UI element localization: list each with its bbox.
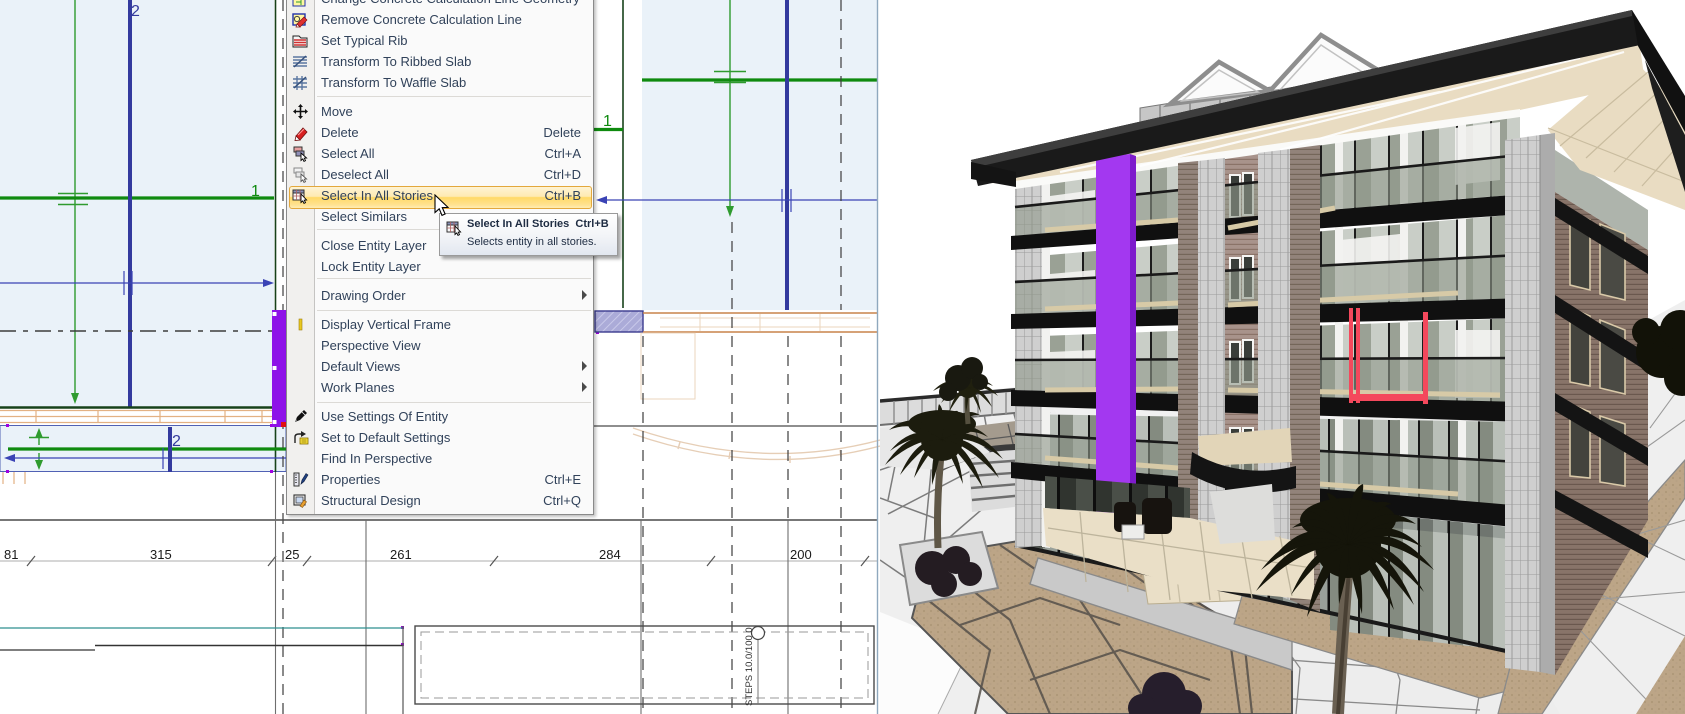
svg-text:81: 81 [4, 547, 18, 562]
svg-text:STEPS 10.0/100.0: STEPS 10.0/100.0 [744, 627, 755, 706]
svg-text:284: 284 [599, 547, 621, 562]
svg-text:1: 1 [603, 113, 612, 130]
svg-text:261: 261 [390, 547, 412, 562]
svg-text:2: 2 [131, 3, 140, 20]
svg-text:315: 315 [150, 547, 172, 562]
svg-text:25: 25 [285, 547, 299, 562]
svg-text:1: 1 [251, 183, 260, 200]
svg-text:200: 200 [790, 547, 812, 562]
svg-text:2: 2 [172, 433, 181, 450]
